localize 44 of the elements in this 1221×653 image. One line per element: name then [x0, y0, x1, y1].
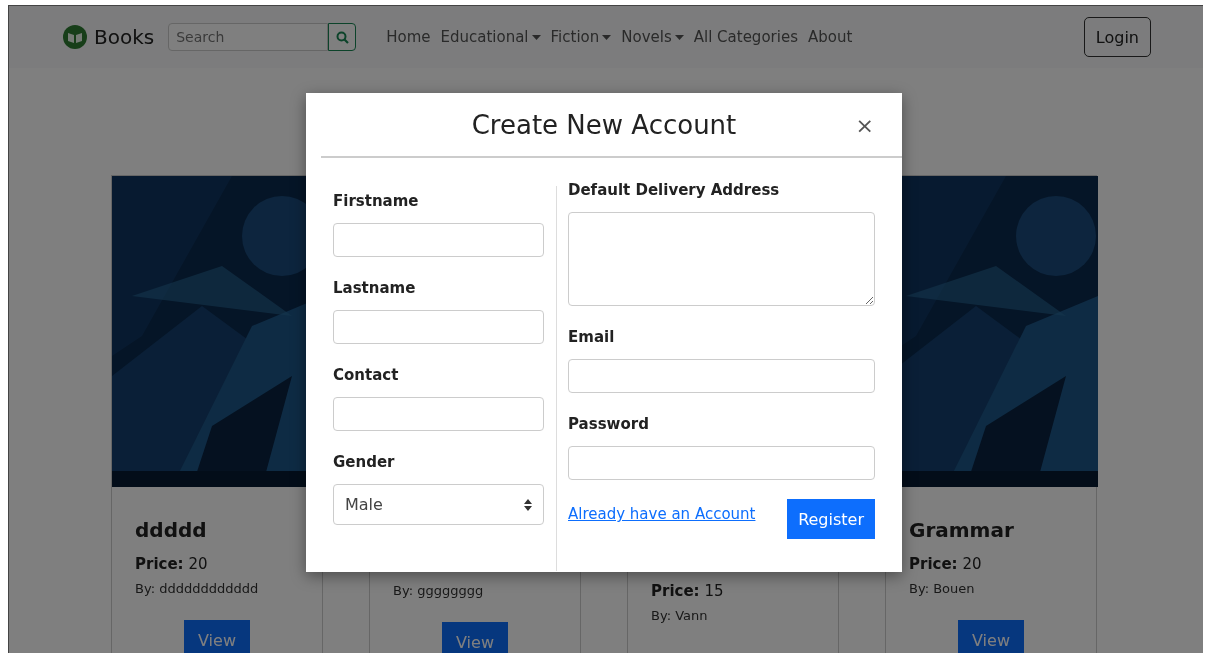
search-button[interactable]: [328, 23, 357, 51]
search-icon: [335, 30, 349, 44]
view-button[interactable]: View: [958, 620, 1024, 653]
book-author: By: Vann: [651, 608, 709, 623]
book-title: Grammar: [909, 517, 1015, 543]
nav-dropdown[interactable]: Novels: [621, 28, 684, 46]
address-field[interactable]: [568, 212, 875, 306]
book-title: ddddd: [135, 517, 208, 543]
nav-link[interactable]: About: [807, 28, 853, 46]
modal-title: Create New Account: [471, 109, 737, 140]
text-field[interactable]: [333, 310, 544, 344]
field-label: Lastname: [333, 278, 417, 299]
book-author: By: dddddddddddd: [135, 581, 260, 596]
view-button[interactable]: View: [442, 622, 508, 653]
field-label: Firstname: [333, 191, 420, 212]
nav-dropdown[interactable]: Educational: [440, 28, 541, 46]
field-label: Password: [568, 414, 650, 435]
book-author: By: Bouen: [909, 581, 976, 596]
book-price: Price: 20: [909, 555, 983, 573]
field-label: Contact: [333, 365, 400, 386]
nav-dropdown[interactable]: Fiction: [550, 28, 612, 46]
text-field[interactable]: [333, 223, 544, 257]
select-value: Male: [345, 495, 383, 514]
nav-link[interactable]: Home: [386, 28, 431, 46]
book-price: Price: 20: [135, 555, 209, 573]
text-field[interactable]: [333, 397, 544, 431]
field-label: Email: [568, 327, 616, 348]
login-button[interactable]: Login: [1083, 17, 1151, 57]
register-button[interactable]: Register: [787, 499, 875, 539]
field-label: Gender: [333, 452, 396, 473]
brand-name[interactable]: Books: [94, 25, 155, 49]
logo-icon: [62, 24, 88, 50]
nav-link[interactable]: All Categories: [693, 28, 798, 46]
search-field[interactable]: Search: [168, 23, 329, 51]
book-author: By: gggggggg: [393, 583, 485, 598]
view-button[interactable]: View: [184, 620, 250, 653]
field-label: Default Delivery Address: [568, 180, 781, 201]
login-link[interactable]: Already have an Account: [568, 505, 756, 523]
close-button[interactable]: ×: [851, 113, 878, 138]
updown-icon: [524, 497, 532, 512]
password-field[interactable]: [568, 446, 875, 480]
gender-select[interactable]: Male: [333, 484, 544, 525]
text-field[interactable]: [568, 359, 875, 393]
book-price: Price: 15: [651, 582, 725, 600]
